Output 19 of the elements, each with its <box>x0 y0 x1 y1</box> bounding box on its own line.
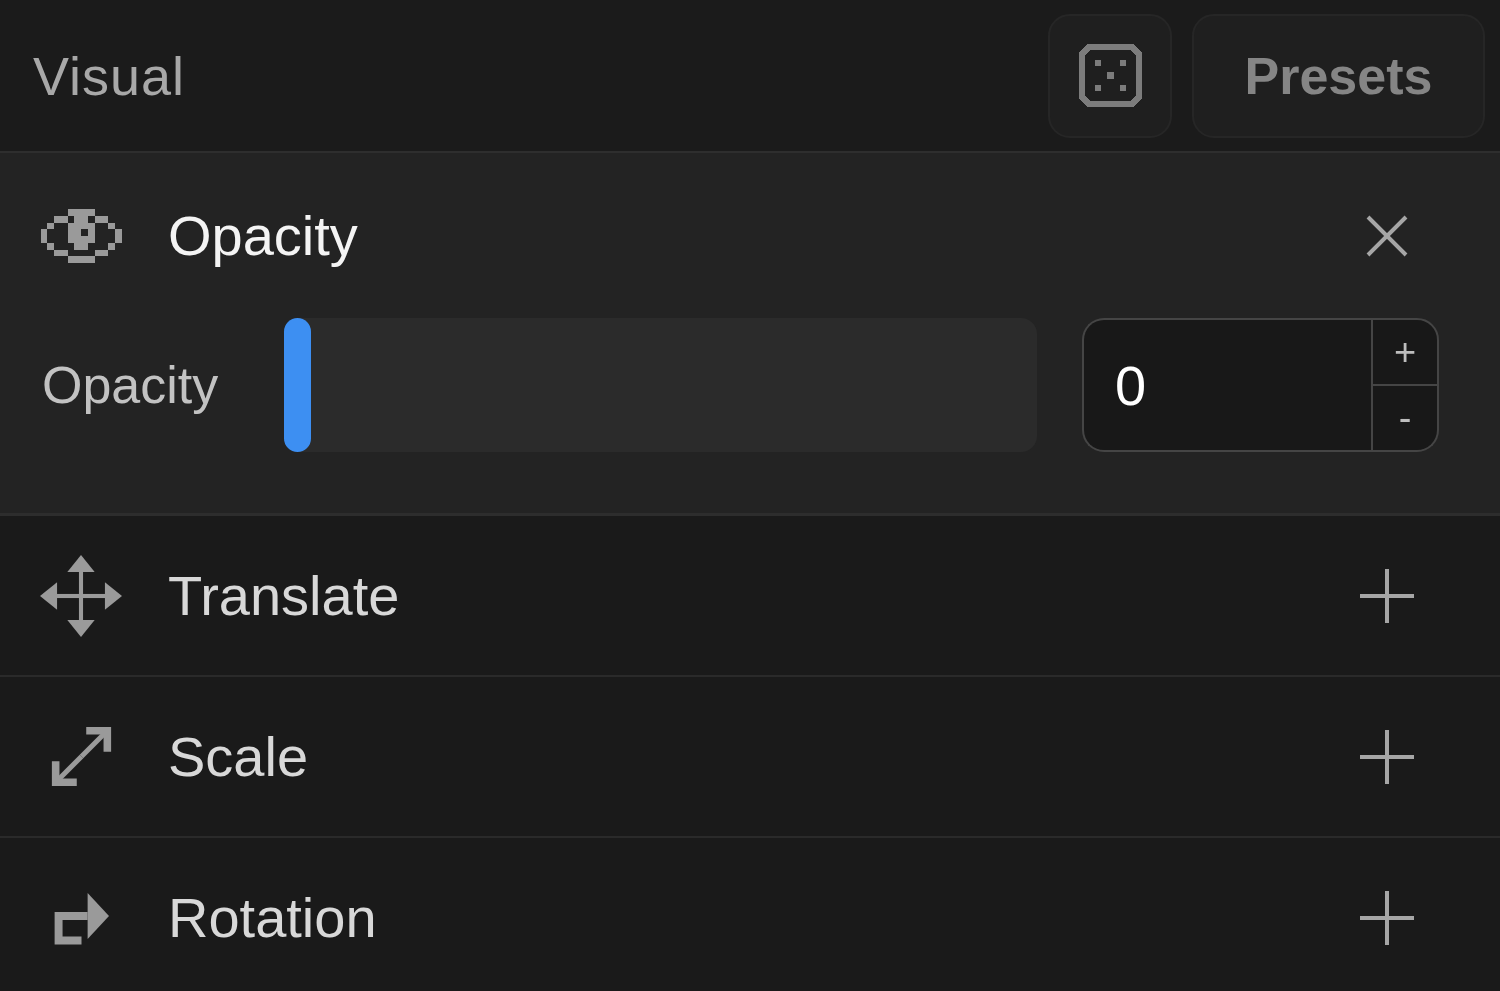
plus-icon[interactable] <box>1360 568 1414 623</box>
number-field[interactable]: 0 <box>1082 318 1371 452</box>
presets-button[interactable]: Presets <box>1192 13 1485 138</box>
effect-title: Scale <box>168 728 309 785</box>
move-arrows-icon <box>40 554 122 637</box>
slider-track[interactable] <box>284 318 1037 452</box>
dice-button[interactable] <box>1048 13 1172 138</box>
effect-title: Rotation <box>168 889 377 946</box>
eye-icon <box>40 208 122 263</box>
plus-icon[interactable] <box>1360 890 1414 945</box>
dice-icon <box>1078 44 1142 107</box>
increment-button[interactable]: + <box>1371 318 1439 386</box>
plus-icon[interactable] <box>1360 729 1414 784</box>
decrement-button[interactable]: - <box>1371 386 1439 452</box>
panel-title: Visual <box>33 48 186 103</box>
slider-handle[interactable] <box>284 318 311 452</box>
close-icon[interactable] <box>1366 214 1408 257</box>
effect-title: Translate <box>168 567 400 624</box>
diagonal-arrows-icon <box>49 725 113 788</box>
